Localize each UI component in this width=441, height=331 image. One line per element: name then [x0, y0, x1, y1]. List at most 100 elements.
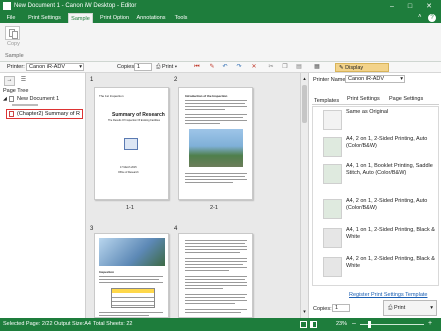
page1-footer-date: 17 March 2015: [120, 166, 137, 169]
status-bar: Selected Page: 2/22 Output Size:A4 Total…: [0, 318, 441, 331]
undo-icon[interactable]: ↶: [221, 64, 229, 71]
zoom-slider-thumb[interactable]: [368, 321, 371, 328]
delete-icon[interactable]: ✕: [250, 64, 258, 71]
scrollbar-thumb[interactable]: [302, 85, 307, 123]
template-label: A4, 1 on 1, 2-Sided Printing, Black & Wh…: [346, 227, 435, 240]
tab-file[interactable]: File: [4, 13, 18, 23]
printer-name-select[interactable]: Canon iR-ADV ▾: [345, 75, 405, 83]
page2-photo: [189, 129, 243, 167]
print-button[interactable]: ⎙ Print ▾: [156, 63, 184, 72]
scroll-up-icon[interactable]: ▴: [302, 76, 307, 82]
template-item[interactable]: Same as Original: [320, 107, 438, 133]
zoom-in-icon[interactable]: +: [428, 320, 432, 327]
template-item[interactable]: A4, 2 on 1, 2-Sided Printing, Auto (Colo…: [320, 134, 438, 160]
toolbar: Printer: Canon iR-ADV ▾ Copies: 1 ⎙ Prin…: [0, 62, 441, 79]
tab-annotations[interactable]: Annotations: [135, 13, 167, 23]
right-pane: Printer Name: Canon iR-ADV ▾ Templates P…: [308, 73, 441, 318]
page-number-1: 1: [90, 77, 94, 83]
tree-folder-row: [12, 104, 38, 106]
display-annotations-button[interactable]: ✎ Display Annotations: [335, 63, 389, 79]
template-item[interactable]: A4, 1 on 1, Booklet Printing, Saddle Sti…: [320, 161, 438, 195]
close-icon[interactable]: ✕: [420, 1, 438, 12]
printer-name-value: Canon iR-ADV: [348, 76, 385, 82]
page-number-3: 3: [90, 226, 94, 232]
cut-icon[interactable]: ✂: [267, 64, 275, 71]
maximize-icon[interactable]: □: [401, 1, 419, 12]
copies-label-right: Copies:: [313, 306, 332, 312]
page-number-4: 4: [174, 226, 178, 232]
ribbon-collapse-icon[interactable]: ˄: [418, 14, 424, 22]
preview-scrollbar[interactable]: ▴ ▾: [300, 73, 308, 318]
tree-item-label: (Chapter2) Summary of R: [17, 111, 80, 117]
tab-print-settings[interactable]: Print Settings: [28, 13, 61, 23]
page2-heading: Introduction of the Inspection: [185, 94, 228, 98]
zoom-level: 23%: [336, 321, 348, 327]
page-thumbnail-1[interactable]: The 1st Inspection Summary of Research T…: [94, 87, 169, 200]
printer-select[interactable]: Canon iR-ADV ▾: [26, 63, 84, 71]
tree-item-editing[interactable]: (Chapter2) Summary of R: [6, 109, 83, 119]
print-button-right[interactable]: ⎙ Print ▾: [383, 300, 437, 316]
template-list: Same as Original A4, 2 on 1, 2-Sided Pri…: [312, 106, 439, 286]
help-icon[interactable]: ?: [428, 14, 436, 22]
annotation-icon: ✎: [339, 65, 344, 71]
print-button-label: Print: [161, 64, 174, 70]
printer-label: Printer:: [7, 64, 25, 70]
template-item[interactable]: A4, 1 on 1, 2-Sided Printing, Black & Wh…: [320, 225, 438, 251]
page-tree-tab-icon[interactable]: →: [4, 76, 15, 86]
redo-icon[interactable]: ↷: [235, 64, 243, 71]
page-preview-area[interactable]: 1 2 3 4 The 1st Inspection Summary of Re…: [86, 73, 300, 318]
template-thumbnail: [323, 110, 342, 130]
copies-input-right[interactable]: 1: [332, 304, 350, 312]
template-thumbnail: [323, 199, 342, 219]
tab-templates[interactable]: Templates: [314, 98, 339, 104]
zoom-out-icon[interactable]: –: [352, 320, 356, 327]
ribbon: Copy Sample: [0, 23, 441, 62]
chevron-down-icon: ▾: [174, 64, 178, 70]
page-thumbnail-4[interactable]: [178, 233, 253, 318]
image-options-icon[interactable]: ▦: [313, 64, 321, 71]
paste-icon[interactable]: ▤: [295, 64, 303, 71]
printer-select-value: Canon iR-ADV: [29, 64, 66, 70]
page1-footer-org: Office of Research: [118, 171, 139, 174]
template-item[interactable]: A4, 2 on 1, 2-Sided Printing, Auto (Colo…: [320, 196, 438, 222]
bookmark-tab-icon[interactable]: ☰: [18, 76, 29, 86]
copies-input[interactable]: 1: [134, 63, 152, 71]
template-label: A4, 2 on 1, 2-Sided Printing, Auto (Colo…: [346, 136, 428, 149]
copies-label: Copies:: [117, 64, 136, 70]
minimize-icon[interactable]: –: [383, 1, 401, 12]
collapse-icon[interactable]: ◢: [3, 96, 7, 102]
template-item[interactable]: A4, 2 on 1, 2-Sided Printing, Black & Wh…: [320, 254, 438, 280]
template-label: Same as Original: [346, 109, 389, 115]
register-template-link[interactable]: Register Print Settings Template: [349, 292, 427, 298]
copy-icon[interactable]: [5, 26, 20, 40]
tab-print-settings-panel[interactable]: Print Settings: [347, 96, 380, 102]
tab-sample[interactable]: Sample: [68, 13, 93, 23]
printer-icon: ⎙: [388, 305, 393, 311]
page-label-1-1: 1-1: [126, 205, 134, 211]
page-number-2: 2: [174, 77, 178, 83]
fit-width-icon[interactable]: [310, 321, 317, 328]
copy-button-label[interactable]: Copy: [7, 41, 20, 47]
tree-root-label: New Document 1: [17, 96, 60, 102]
printer-icon: ⎙: [156, 64, 161, 70]
template-thumbnail: [323, 137, 342, 157]
document-icon: [9, 96, 14, 102]
highlighter-icon[interactable]: ✎: [208, 64, 216, 71]
title-bar: New Document 1 - Canon iW Desktop - Edit…: [0, 0, 441, 13]
template-thumbnail: [323, 257, 342, 277]
scroll-down-icon[interactable]: ▾: [302, 309, 307, 315]
fit-page-icon[interactable]: [300, 321, 307, 328]
ribbon-group-label: Sample: [5, 53, 24, 59]
copy-page-icon[interactable]: ❐: [281, 64, 289, 71]
right-tabs: Templates Print Settings Page Settings: [312, 95, 439, 105]
page-thumbnail-3[interactable]: Inspection: [94, 233, 169, 318]
tab-print-option[interactable]: Print Option: [98, 13, 131, 23]
tab-page-settings[interactable]: Page Settings: [389, 96, 423, 102]
copies-value-right: 1: [335, 305, 339, 311]
tree-root-item[interactable]: ◢ New Document 1: [0, 95, 85, 104]
page3-heading: Inspection: [99, 270, 115, 274]
tab-tools[interactable]: Tools: [173, 13, 189, 23]
chapter-icon: [9, 111, 14, 117]
first-page-icon[interactable]: ⏮: [193, 64, 201, 71]
page-thumbnail-2[interactable]: Introduction of the Inspection: [178, 87, 253, 200]
